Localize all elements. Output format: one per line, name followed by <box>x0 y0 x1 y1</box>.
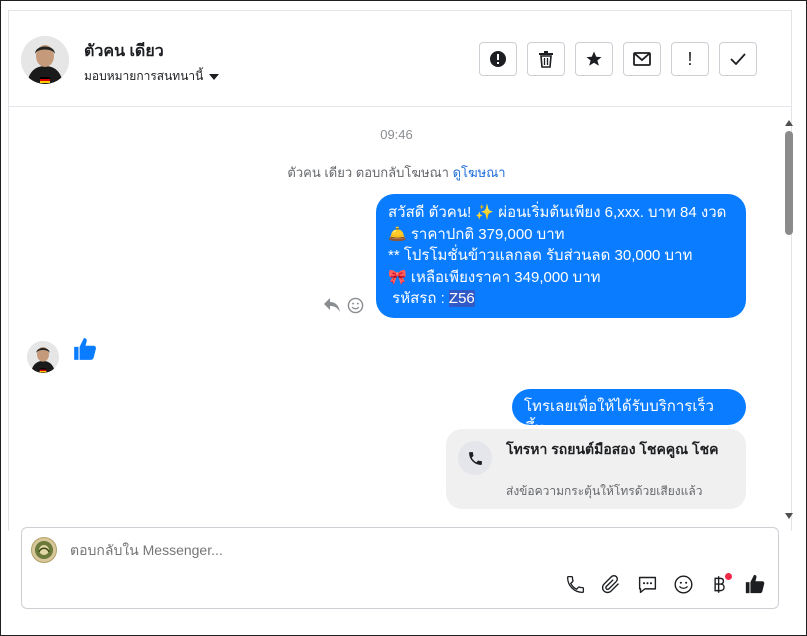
phone-icon[interactable] <box>563 572 587 596</box>
ad-reply-text: ตัวคน เดียว ตอบกลับโฆษณา <box>287 165 449 180</box>
reply-input[interactable] <box>70 542 570 558</box>
spam-icon <box>490 51 506 67</box>
trash-icon <box>539 51 553 68</box>
incoming-like-icon <box>74 338 96 360</box>
contact-name: ตัวคน เดียว <box>84 43 164 60</box>
reply-composer <box>21 527 779 609</box>
contact-avatar[interactable] <box>21 36 69 84</box>
delete-button[interactable] <box>527 42 565 76</box>
assign-label: มอบหมายการสนทนานี้ <box>84 69 204 83</box>
page-avatar <box>31 537 57 563</box>
message-line: ** โปรโมชั่นข้าวแลกลด รับส่วนลด 30,000 บ… <box>388 247 693 264</box>
call-card-subtitle: ส่งข้อความกระตุ้นให้โทรด้วยเสียงแล้ว <box>506 484 703 498</box>
car-code: Z56 <box>448 290 475 307</box>
follow-up-button[interactable]: ! <box>671 42 709 76</box>
view-ad-link[interactable]: ดูโฆษณา <box>453 165 506 180</box>
star-icon <box>586 51 602 66</box>
message-line: สวัสดี ตัวคน! ✨ ผ่อนเริ่มต้นเพียง 6,xxx.… <box>388 204 727 221</box>
ad-reply-note: ตัวคน เดียว ตอบกลับโฆษณา ดูโฆษณา <box>9 162 779 183</box>
mark-spam-button[interactable] <box>479 42 517 76</box>
conversation-panel: ตัวคน เดียว มอบหมายการสนทนานี้ ! 09:46 ต… <box>8 10 793 531</box>
message-line: 🎀 เหลือเพียงราคา 349,000 บาท <box>388 268 601 286</box>
contact-avatar-small <box>27 341 59 373</box>
notification-dot <box>725 573 732 580</box>
mark-done-button[interactable] <box>719 42 757 76</box>
caret-down-icon <box>209 73 220 80</box>
baht-payment-icon[interactable] <box>707 572 732 596</box>
assign-conversation-dropdown[interactable]: มอบหมายการสนทนานี้ <box>84 67 220 86</box>
outgoing-message-bubble[interactable]: โทรเลยเพื่อให้ได้รับบริการเร็วขึ้น <box>512 389 746 437</box>
message-thread[interactable]: 09:46 ตัวคน เดียว ตอบกลับโฆษณา ดูโฆษณา ส… <box>9 107 779 531</box>
star-button[interactable] <box>575 42 613 76</box>
inbox-window: ตัวคน เดียว มอบหมายการสนทนานี้ ! 09:46 ต… <box>0 0 807 636</box>
outgoing-message-bubble[interactable]: สวัสดี ตัวคน! ✨ ผ่อนเริ่มต้นเพียง 6,xxx.… <box>376 194 746 318</box>
reply-icon[interactable] <box>323 297 341 313</box>
call-request-card[interactable]: โทรหา รถยนต์มือสอง โชคคูณ โชค ส่งข้อความ… <box>446 429 746 509</box>
exclamation-icon: ! <box>687 48 693 69</box>
thumbs-up-icon[interactable] <box>743 572 767 596</box>
message-line: รหัสรถ : Z56 <box>388 288 734 310</box>
message-line: 🛎️ ราคาปกติ 379,000 บาท <box>388 225 565 243</box>
mark-unread-button[interactable] <box>623 42 661 76</box>
saved-replies-icon[interactable] <box>635 572 659 596</box>
message-timestamp: 09:46 <box>380 127 413 142</box>
conversation-header: ตัวคน เดียว มอบหมายการสนทนานี้ ! <box>9 11 791 107</box>
attachment-icon[interactable] <box>599 572 623 596</box>
envelope-icon <box>633 52 651 66</box>
car-code-label: รหัสรถ : <box>388 290 449 307</box>
phone-icon <box>458 441 492 475</box>
thread-scrollbar[interactable] <box>781 117 797 523</box>
call-card-title: โทรหา รถยนต์มือสอง โชคคูณ โชค <box>506 441 719 457</box>
react-emoji-icon[interactable] <box>347 297 364 314</box>
emoji-icon[interactable] <box>671 572 695 596</box>
check-icon <box>730 53 746 65</box>
